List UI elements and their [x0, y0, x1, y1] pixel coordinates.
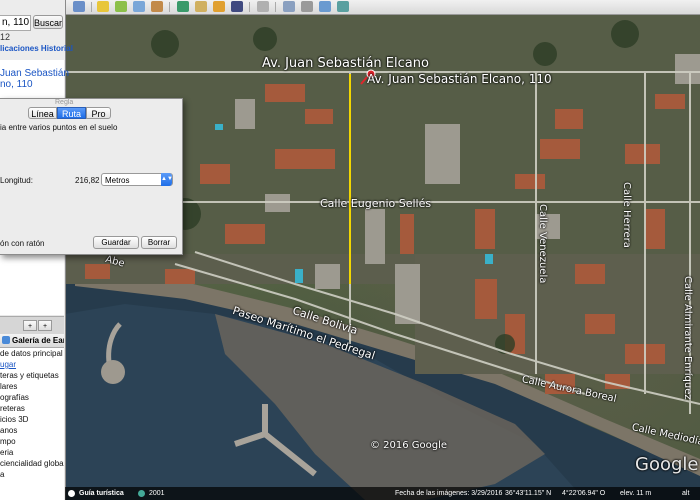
record-tour-icon[interactable] [177, 1, 189, 12]
clear-button[interactable]: Borrar [141, 236, 177, 249]
unit-select[interactable]: Metros ▲▼ [101, 173, 173, 186]
tab-pro[interactable]: Pro [86, 107, 111, 119]
image-overlay-icon[interactable] [151, 1, 163, 12]
google-maps-icon[interactable] [337, 1, 349, 12]
length-label: Longitud: [0, 176, 33, 185]
tab-linea[interactable]: Línea [28, 107, 57, 119]
result-title-line1: Juan Sebastián [0, 68, 69, 79]
gallery-icon [2, 336, 10, 344]
layer-item[interactable]: a [0, 470, 64, 479]
latitude: 36°43'11.15" N [505, 490, 552, 497]
longitude: 4°22'06.94" O [562, 490, 606, 497]
status-bar: Guía turística 2001 Fecha de las imágene… [65, 487, 700, 500]
layer-item[interactable]: ografías [0, 393, 64, 402]
map-copyright: © 2016 Google [370, 440, 448, 451]
placemark-label[interactable]: Av. Juan Sebastián Elcano, 110 [367, 72, 552, 86]
places-toolbar: + + [0, 316, 64, 335]
layers-header-label: Galería de Earth [12, 336, 64, 345]
satellite-imagery [65, 14, 700, 500]
search-button[interactable]: Buscar [33, 15, 63, 29]
tab-ruta[interactable]: Ruta [57, 107, 86, 119]
planets-icon[interactable] [231, 1, 243, 12]
layers-panel: Galería de Earth de datos principal ugar… [0, 334, 64, 500]
layer-item[interactable]: eria [0, 448, 64, 457]
layer-item[interactable]: icios 3D [0, 415, 64, 424]
chevron-down-icon: ▲▼ [161, 173, 173, 186]
email-icon[interactable] [283, 1, 295, 12]
map-view[interactable]: Av. Juan Sebastián Elcano Av. Juan Sebas… [65, 14, 700, 500]
print-icon[interactable] [301, 1, 313, 12]
street-label-elcano: Av. Juan Sebastián Elcano [262, 56, 429, 71]
ruler-icon[interactable] [257, 1, 269, 12]
sidebar-toggle-icon[interactable] [73, 1, 85, 12]
historical-year[interactable]: 2001 [136, 487, 165, 500]
search-input[interactable]: n, 110 [0, 15, 31, 31]
placemark-icon[interactable] [97, 1, 109, 12]
street-label-venezuela: Calle Venezuela [537, 204, 548, 284]
street-label-herrera: Calle Herrera [621, 182, 632, 248]
imagery-date: Fecha de las imágenes: 3/29/2016 [395, 490, 503, 497]
polygon-icon[interactable] [115, 1, 127, 12]
layer-item[interactable]: de datos principal [0, 349, 64, 358]
layer-item[interactable]: lares [0, 382, 64, 391]
search-panel: n, 110 Buscar 12 licaciones Historial [0, 0, 73, 60]
street-label-almirante: Calle Almirante Enríquez [682, 276, 693, 400]
ruler-title: Regla [55, 99, 74, 106]
elevation: elev. 11 m [620, 490, 652, 497]
down-button[interactable]: + [38, 320, 52, 331]
up-button[interactable]: + [23, 320, 37, 331]
result-title-line2: no, 110 [0, 79, 33, 90]
layer-item[interactable]: mpo [0, 437, 64, 446]
save-image-icon[interactable] [319, 1, 331, 12]
tour-guide-button[interactable]: Guía turística [65, 487, 124, 500]
length-value: 216,82 [75, 176, 100, 185]
result-item[interactable]: Juan Sebastián no, 110 [0, 68, 69, 90]
historical-imagery-icon[interactable] [195, 1, 207, 12]
street-label-selles: Calle Eugenio Sellés [320, 197, 432, 210]
search-subtext: 12 [0, 32, 11, 42]
layers-gallery-header[interactable]: Galería de Earth [0, 334, 64, 348]
sunlight-icon[interactable] [213, 1, 225, 12]
ruler-description: ia entre varios puntos en el suelo [0, 123, 118, 132]
google-watermark: Google [635, 454, 699, 475]
toolbar [65, 0, 700, 15]
save-button[interactable]: Guardar [93, 236, 139, 249]
path-icon[interactable] [133, 1, 145, 12]
layer-item[interactable]: ugar [0, 360, 64, 369]
search-tabs[interactable]: licaciones Historial [0, 44, 73, 53]
altitude: alt [682, 490, 690, 497]
layer-item[interactable]: teras y etiquetas [0, 371, 64, 380]
layer-item[interactable]: anos [0, 426, 64, 435]
unit-select-value: Metros [105, 176, 130, 185]
ruler-dialog: Regla Línea Ruta Pro ia entre varios pun… [0, 98, 183, 255]
mouse-navigation-label: ón con ratón [0, 239, 45, 248]
layer-item[interactable]: ciencialidad global [0, 459, 64, 468]
layer-item[interactable]: reteras [0, 404, 64, 413]
